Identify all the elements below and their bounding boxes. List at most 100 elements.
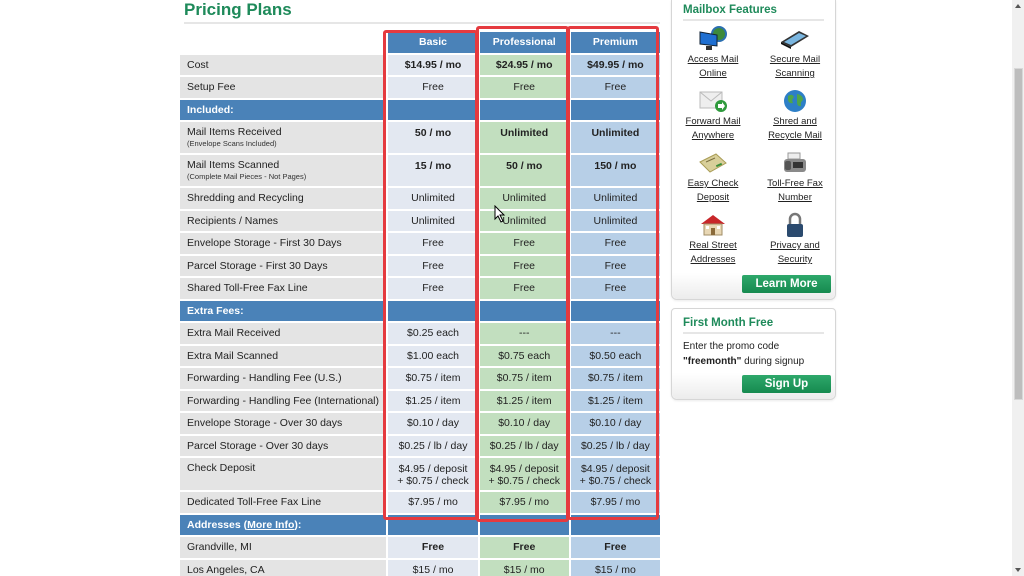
house-icon [672,211,754,239]
promo-line2: "freemonth" during signup [683,354,824,369]
sign-up-button[interactable]: Sign Up [742,375,831,393]
section-label: Addresses (More Info): [180,514,387,537]
feature-link-line1[interactable]: Toll-Free Fax [754,177,836,191]
cell-professional: Free [477,278,569,301]
cell-professional: Free [477,233,569,256]
section-cell [568,514,660,537]
cell-basic: Unlimited [386,210,478,233]
cell-premium: Unlimited [568,122,660,155]
feature-secure-scanning[interactable]: Secure Mail Scanning [754,25,836,87]
feature-link-line2[interactable]: Recycle Mail [754,129,836,143]
row-label: Shared Toll-Free Fax Line [180,278,387,301]
cell-premium: $0.50 each [568,345,660,368]
feature-forward-mail[interactable]: Forward Mail Anywhere [672,87,754,149]
cell-premium: $1.25 / item [568,390,660,413]
table-row-envelope-storage-30: Envelope Storage - First 30 Days Free Fr… [180,233,660,256]
section-addresses: Addresses (More Info): [180,514,660,537]
table-row-forwarding-intl: Forwarding - Handling Fee (International… [180,390,660,413]
promo-footer: Sign Up [672,373,835,399]
feature-street-addresses[interactable]: Real Street Addresses [672,211,754,273]
table-row-recipients: Recipients / Names Unlimited Unlimited U… [180,210,660,233]
feature-link-line1[interactable]: Easy Check [672,177,754,191]
feature-link-line1[interactable]: Real Street [672,239,754,253]
feature-check-deposit[interactable]: Easy Check Deposit [672,149,754,211]
row-label: Check Deposit [180,458,387,492]
promo-text: Enter the promo code "freemonth" during … [672,334,835,373]
cell-basic: Free [386,255,478,278]
row-label: Extra Mail Scanned [180,345,387,368]
table-row-extra-scanned: Extra Mail Scanned $1.00 each $0.75 each… [180,345,660,368]
features-footer: Learn More [672,273,835,299]
sidebar: Mailbox Features Access Mail Online Secu… [671,0,836,400]
section-label: Extra Fees: [180,300,387,323]
cell-professional: --- [477,323,569,346]
cell-basic: Unlimited [386,188,478,211]
learn-more-button[interactable]: Learn More [742,275,831,293]
cell-premium: Free [568,537,660,560]
cell-basic: $0.10 / day [386,413,478,436]
cell-basic: 15 / mo [386,155,478,188]
feature-link-line2[interactable]: Online [672,67,754,81]
feature-link-line1[interactable]: Shred and [754,115,836,129]
scroll-thumb[interactable] [1014,68,1023,400]
feature-link-line1[interactable]: Access Mail [672,53,754,67]
row-sublabel: (Complete Mail Pieces - Not Pages) [187,172,307,181]
row-sublabel: (Envelope Scans Included) [187,139,277,148]
feature-link-line2[interactable]: Security [754,253,836,267]
row-label: Setup Fee [180,77,387,100]
feature-link-line1[interactable]: Forward Mail [672,115,754,129]
plan-header-professional: Professional [477,32,569,55]
cell-premium: 150 / mo [568,155,660,188]
row-label: Extra Mail Received [180,323,387,346]
row-label: Cost [180,54,387,77]
section-included: Included: [180,99,660,122]
feature-link-line2[interactable]: Deposit [672,191,754,205]
row-label: Parcel Storage - First 30 Days [180,255,387,278]
cell-basic: $0.25 each [386,323,478,346]
feature-link-line2[interactable]: Scanning [754,67,836,81]
scroll-up-arrow-icon[interactable] [1015,4,1021,8]
title-divider [184,22,660,24]
promo-line1: Enter the promo code [683,341,780,352]
feature-link-line1[interactable]: Privacy and [754,239,836,253]
feature-link-line2[interactable]: Anywhere [672,129,754,143]
row-label: Mail Items Received (Envelope Scans Inclu… [180,122,387,155]
promo-box: First Month Free Enter the promo code "f… [671,308,836,400]
globe-icon [754,87,836,115]
promo-title: First Month Free [683,317,774,329]
scroll-down-arrow-icon[interactable] [1015,568,1021,572]
feature-link-line2[interactable]: Number [754,191,836,205]
feature-access-mail[interactable]: Access Mail Online [672,25,754,87]
scanner-icon [754,25,836,53]
section-extra-fees: Extra Fees: [180,300,660,323]
mailbox-features-box: Mailbox Features Access Mail Online Secu… [671,0,836,300]
table-row-forwarding-us: Forwarding - Handling Fee (U.S.) $0.75 /… [180,368,660,391]
feature-toll-free-fax[interactable]: Toll-Free Fax Number [754,149,836,211]
page-title: Pricing Plans [184,0,292,19]
cell-line: + $0.75 / check [488,475,560,487]
cell-professional: $15 / mo [477,559,569,576]
padlock-icon [754,211,836,239]
section-cell [386,300,478,323]
table-row-check-deposit: Check Deposit $4.95 / deposit + $0.75 / c… [180,458,660,492]
feature-shred-recycle[interactable]: Shred and Recycle Mail [754,87,836,149]
section-cell [477,300,569,323]
vertical-scrollbar[interactable] [1012,0,1024,576]
feature-link-line2[interactable]: Addresses [672,253,754,267]
cell-professional: $0.75 / item [477,368,569,391]
row-label-text: Mail Items Received [187,126,282,138]
cell-premium: $4.95 / deposit + $0.75 / check [568,458,660,492]
cell-professional: Unlimited [477,188,569,211]
feature-privacy-security[interactable]: Privacy and Security [754,211,836,273]
row-label: Recipients / Names [180,210,387,233]
cell-premium: Free [568,77,660,100]
plan-header-premium: Premium [568,32,660,55]
more-info-link[interactable]: More Info [247,519,294,531]
row-label: Mail Items Scanned (Complete Mail Pieces … [180,155,387,188]
row-label: Parcel Storage - Over 30 days [180,435,387,458]
feature-link-line1[interactable]: Secure Mail [754,53,836,67]
cell-basic: 50 / mo [386,122,478,155]
cell-professional: Free [477,255,569,278]
cell-professional: Free [477,77,569,100]
cell-line: + $0.75 / check [579,475,652,487]
